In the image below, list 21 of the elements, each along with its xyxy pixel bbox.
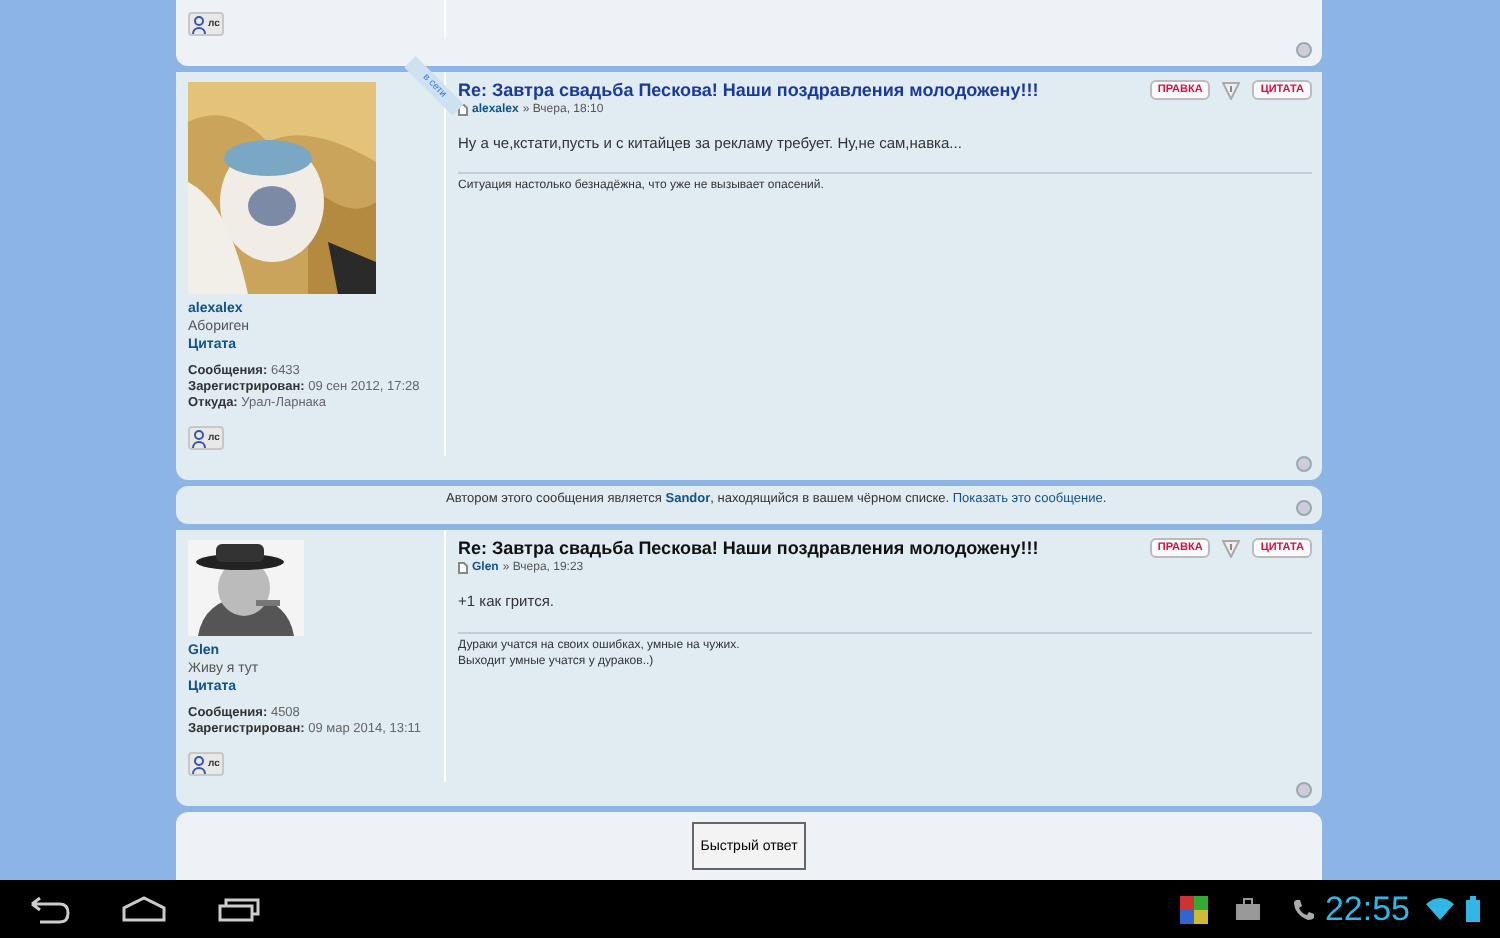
document-icon — [458, 562, 468, 574]
briefcase-icon — [1236, 898, 1261, 920]
wifi-icon — [1426, 898, 1454, 920]
person-icon — [192, 755, 206, 773]
app-icon[interactable] — [1180, 895, 1209, 923]
home-icon[interactable] — [120, 895, 168, 923]
person-icon — [192, 429, 206, 447]
person-icon — [192, 15, 206, 33]
back-to-top-icon[interactable] — [1296, 782, 1312, 798]
document-icon — [458, 104, 468, 116]
recent-apps-icon[interactable] — [216, 895, 264, 923]
warning-icon[interactable] — [1222, 539, 1241, 557]
back-to-top-icon[interactable] — [1296, 500, 1312, 516]
phone-icon — [1292, 897, 1317, 921]
warning-icon[interactable] — [1222, 81, 1241, 99]
back-to-top-icon[interactable] — [1296, 42, 1312, 58]
post-title[interactable]: Re: Завтра свадьба Пескова! Наши поздравления молодожену!!! — [458, 80, 1039, 100]
battery-icon — [1466, 896, 1480, 922]
back-to-top-icon[interactable] — [1296, 456, 1312, 472]
clock-time: 22:55 — [1324, 889, 1410, 929]
post-title[interactable]: Re: Завтра свадьба Пескова! Наши поздравления молодожену!!! — [458, 538, 1039, 558]
